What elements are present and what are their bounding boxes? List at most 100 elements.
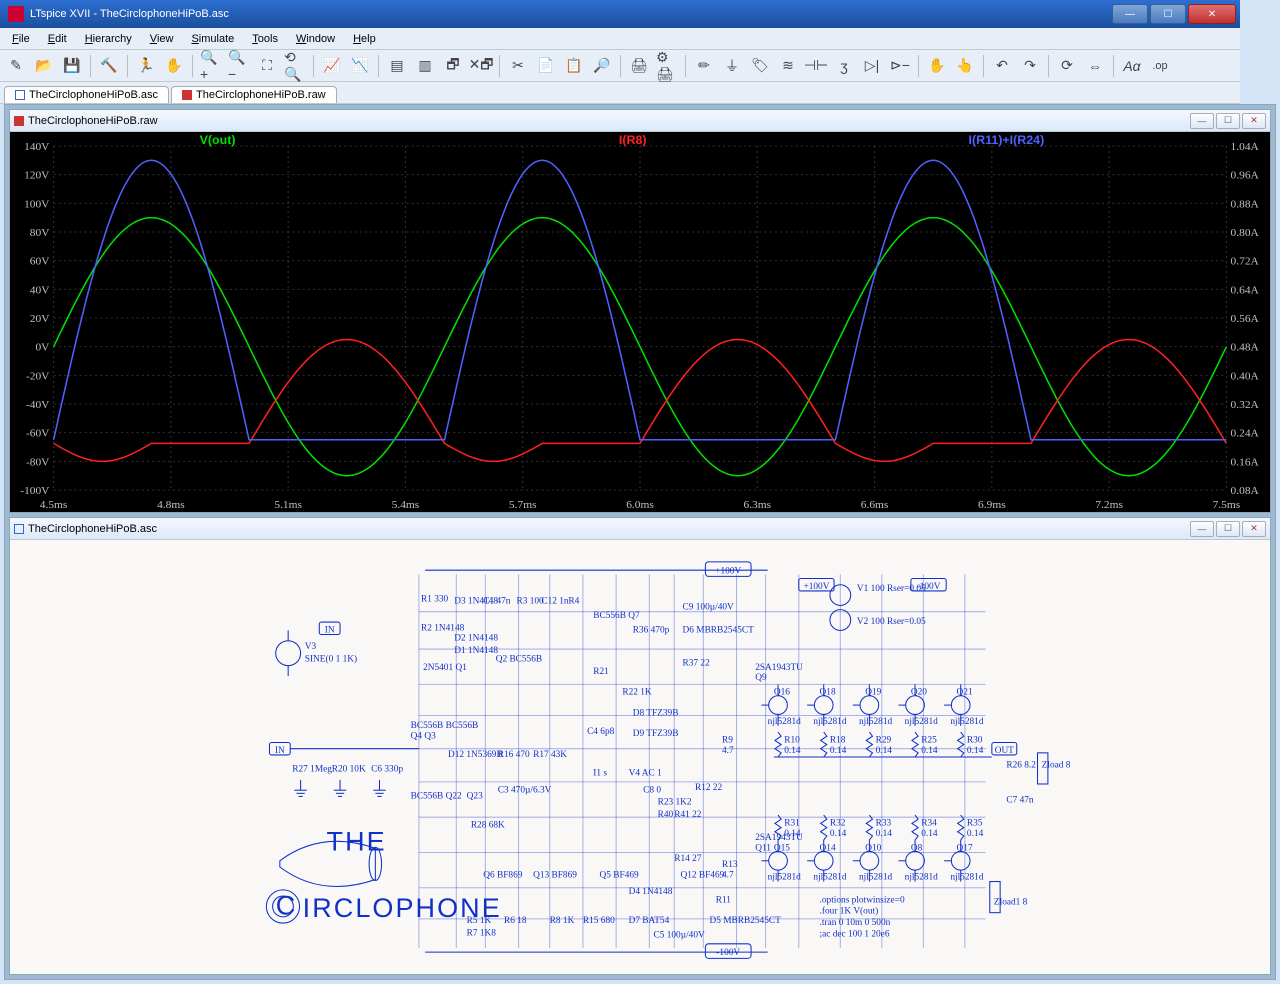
svg-text:R21: R21 [593, 667, 609, 677]
mdi-minimize-button[interactable]: — [1190, 113, 1214, 129]
open-icon[interactable]: 📂 [32, 54, 56, 78]
menu-window[interactable]: Window [288, 31, 343, 47]
schematic-title: TheCirclophoneHiPoB.asc [28, 523, 157, 535]
stop-icon[interactable]: ✋ [162, 54, 186, 78]
zoom-back-icon[interactable]: ⟲🔍 [283, 54, 307, 78]
svg-text:I(R11)+I(R24): I(R11)+I(R24) [969, 133, 1045, 147]
tab-asc[interactable]: TheCirclophoneHiPoB.asc [4, 86, 169, 103]
schematic-canvas[interactable]: +100V-100VV3SINE(0 1 1K)INV1 100 Rser=0.… [10, 540, 1270, 974]
inductor-icon[interactable]: ʒ [832, 54, 856, 78]
tab-label: TheCirclophoneHiPoB.raw [196, 89, 326, 101]
diode-icon[interactable]: ▷| [860, 54, 884, 78]
svg-text:0.56A: 0.56A [1231, 313, 1260, 325]
menu-hierarchy[interactable]: Hierarchy [77, 31, 140, 47]
tile-h-icon[interactable]: ▤ [385, 54, 409, 78]
redo-icon[interactable]: ↷ [1018, 54, 1042, 78]
svg-text:5.1ms: 5.1ms [274, 499, 302, 511]
svg-text:6.6ms: 6.6ms [861, 499, 889, 511]
svg-text:;ac dec 100 1 20e6: ;ac dec 100 1 20e6 [820, 930, 890, 940]
waveform-plot[interactable]: 140V120V100V80V60V40V20V0V-20V-40V-60V-8… [10, 132, 1270, 512]
svg-text:-80V: -80V [26, 457, 49, 469]
mdi-maximize-button[interactable]: ☐ [1216, 521, 1240, 537]
find-icon[interactable]: 🔎 [590, 54, 614, 78]
zoom-out-icon[interactable]: 🔍− [227, 54, 251, 78]
svg-text:Q15: Q15 [774, 843, 790, 853]
menu-tools[interactable]: Tools [244, 31, 286, 47]
mdi-minimize-button[interactable]: — [1190, 521, 1214, 537]
text-icon[interactable]: Aα [1120, 54, 1144, 78]
rotate-icon[interactable]: ⟳ [1055, 54, 1079, 78]
svg-text:0.64A: 0.64A [1231, 285, 1260, 297]
ground-icon[interactable]: ⏚ [720, 54, 744, 78]
undo-icon[interactable]: ↶ [990, 54, 1014, 78]
zoom-in-icon[interactable]: 🔍+ [199, 54, 223, 78]
mdi-close-button[interactable]: ✕ [1242, 521, 1266, 537]
mdi-close-button[interactable]: ✕ [1242, 113, 1266, 129]
svg-text:20V: 20V [30, 313, 50, 325]
pick-visible-icon[interactable]: 📉 [348, 54, 372, 78]
save-icon[interactable]: 💾 [60, 54, 84, 78]
svg-text:Zload1 8: Zload1 8 [994, 897, 1028, 907]
cut-icon[interactable]: ✂ [506, 54, 530, 78]
capacitor-icon[interactable]: ⊣⊢ [804, 54, 828, 78]
mirror-icon[interactable]: ⇔ [1083, 54, 1107, 78]
zoom-fit-icon[interactable]: ⛶ [255, 54, 279, 78]
menu-simulate[interactable]: Simulate [183, 31, 242, 47]
new-schematic-icon[interactable]: ✎ [4, 54, 28, 78]
print-setup-icon[interactable]: ⚙🖨 [655, 54, 679, 78]
svg-text:C12 1n: C12 1n [541, 596, 569, 606]
schematic-titlebar[interactable]: TheCirclophoneHiPoB.asc — ☐ ✕ [10, 518, 1270, 540]
hammer-icon[interactable]: 🔨 [97, 54, 121, 78]
copy-icon[interactable]: 📄 [534, 54, 558, 78]
autorange-icon[interactable]: 📈 [320, 54, 344, 78]
menu-file[interactable]: File [4, 31, 38, 47]
print-icon[interactable]: 🖨 [627, 54, 651, 78]
svg-text:D6 MBRB2545CT: D6 MBRB2545CT [683, 625, 755, 635]
run-icon[interactable]: 🏃 [134, 54, 158, 78]
svg-text:R4: R4 [568, 596, 579, 606]
tab-raw[interactable]: TheCirclophoneHiPoB.raw [171, 86, 337, 103]
svg-text:0.32A: 0.32A [1231, 399, 1260, 411]
svg-text:0.08A: 0.08A [1231, 485, 1260, 497]
svg-text:C5 100µ/40V: C5 100µ/40V [653, 931, 705, 941]
svg-text:D12 1N5369B: D12 1N5369B [448, 750, 503, 760]
label-icon[interactable]: 🏷 [748, 54, 772, 78]
svg-text:0.14: 0.14 [967, 829, 984, 839]
menu-edit[interactable]: Edit [40, 31, 75, 47]
menu-view[interactable]: View [142, 31, 182, 47]
spice-directive-icon[interactable]: .op [1148, 54, 1172, 78]
cascade-icon[interactable]: 🗗 [441, 54, 465, 78]
svg-text:5.4ms: 5.4ms [392, 499, 420, 511]
svg-text:-100V: -100V [20, 485, 49, 497]
svg-text:njl5281d: njl5281d [813, 872, 847, 882]
menubar: File Edit Hierarchy View Simulate Tools … [0, 28, 1240, 50]
svg-text:0.40A: 0.40A [1231, 371, 1260, 383]
move-icon[interactable]: ✋ [925, 54, 949, 78]
component-icon[interactable]: ⊳− [888, 54, 912, 78]
svg-text:Q2 BC556B: Q2 BC556B [496, 655, 542, 665]
svg-text:0.48A: 0.48A [1231, 342, 1260, 354]
menu-help[interactable]: Help [345, 31, 384, 47]
svg-text:R29: R29 [876, 735, 892, 745]
svg-text:C4 6p8: C4 6p8 [587, 727, 615, 737]
close-button[interactable]: ✕ [1188, 4, 1236, 24]
minimize-button[interactable]: — [1112, 4, 1148, 24]
svg-text:IN: IN [275, 746, 285, 756]
close-all-icon[interactable]: ✕🗗 [469, 54, 493, 78]
svg-text:-40V: -40V [26, 399, 49, 411]
paste-icon[interactable]: 📋 [562, 54, 586, 78]
svg-text:R1 330: R1 330 [421, 594, 449, 604]
resistor-icon[interactable]: ≋ [776, 54, 800, 78]
wire-icon[interactable]: ✏ [692, 54, 716, 78]
maximize-button[interactable]: ☐ [1150, 4, 1186, 24]
waveform-titlebar[interactable]: TheCirclophoneHiPoB.raw — ☐ ✕ [10, 110, 1270, 132]
drag-icon[interactable]: 👆 [953, 54, 977, 78]
svg-text:0.88A: 0.88A [1231, 199, 1260, 211]
svg-text:C1 47n: C1 47n [483, 596, 511, 606]
svg-text:C7 47n: C7 47n [1006, 796, 1034, 806]
svg-text:C: C [276, 891, 298, 921]
mdi-maximize-button[interactable]: ☐ [1216, 113, 1240, 129]
tile-v-icon[interactable]: ▥ [413, 54, 437, 78]
svg-text:4.5ms: 4.5ms [40, 499, 68, 511]
svg-text:R41 22: R41 22 [674, 810, 702, 820]
